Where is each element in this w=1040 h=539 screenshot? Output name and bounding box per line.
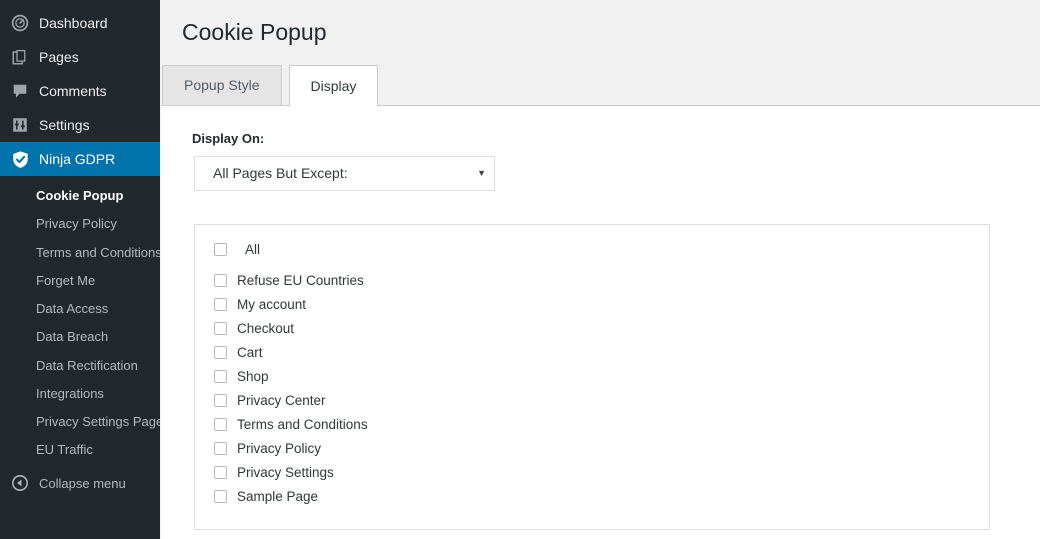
- sidebar-item-label: Settings: [39, 117, 90, 133]
- checkbox-label: My account: [237, 297, 307, 313]
- checkbox-input[interactable]: [214, 394, 227, 408]
- checkbox-label: Privacy Policy: [237, 441, 322, 457]
- submenu-item-eu-traffic[interactable]: EU Traffic: [0, 436, 160, 464]
- checkbox-input[interactable]: [214, 490, 227, 504]
- sidebar-item-label: Pages: [39, 49, 79, 65]
- submenu-item-integrations[interactable]: Integrations: [0, 380, 160, 408]
- tab-display[interactable]: Display: [288, 64, 379, 106]
- admin-screen: Dashboard Pages Comments Settings Ninja …: [0, 0, 1040, 539]
- sidebar-item-label: Comments: [39, 83, 107, 99]
- tab-content-panel: Display On: All Pages But Except: ▼ All …: [161, 104, 1040, 539]
- collapse-menu-label: Collapse menu: [39, 475, 126, 491]
- display-on-select[interactable]: All Pages But Except:: [194, 155, 495, 191]
- tab-bar: Popup Style Display: [162, 64, 1040, 106]
- checkbox-row[interactable]: Terms and Conditions: [195, 413, 989, 437]
- submenu-item-privacy-settings-page[interactable]: Privacy Settings Page: [0, 408, 160, 436]
- sidebar-item-comments[interactable]: Comments: [0, 74, 160, 108]
- main-content: Cookie Popup Popup Style Display Display…: [160, 0, 1040, 539]
- checkbox-input[interactable]: [214, 298, 227, 312]
- checkbox-row[interactable]: Privacy Center: [195, 389, 989, 413]
- checkbox-row[interactable]: Cart: [195, 341, 989, 365]
- checkbox-input[interactable]: [214, 322, 227, 336]
- submenu-item-privacy-policy[interactable]: Privacy Policy: [0, 210, 160, 238]
- checkbox-label: Privacy Center: [237, 393, 326, 409]
- checkbox-label: Privacy Settings: [237, 465, 334, 481]
- display-on-label: Display On:: [192, 130, 265, 146]
- display-on-selected-value: All Pages But Except:: [213, 165, 348, 182]
- submenu-item-forget-me[interactable]: Forget Me: [0, 267, 160, 295]
- checkbox-label: Cart: [237, 345, 263, 361]
- checkbox-input[interactable]: [214, 370, 227, 384]
- sidebar-item-dashboard[interactable]: Dashboard: [0, 6, 160, 40]
- dashboard-icon: [10, 13, 30, 33]
- submenu-item-terms-and-conditions[interactable]: Terms and Conditions: [0, 239, 160, 267]
- sidebar-item-settings[interactable]: Settings: [0, 108, 160, 142]
- submenu-item-data-breach[interactable]: Data Breach: [0, 323, 160, 351]
- checkbox-input[interactable]: [214, 418, 227, 432]
- comments-icon: [10, 81, 30, 101]
- sidebar-item-label: Dashboard: [39, 15, 108, 31]
- collapse-menu-button[interactable]: Collapse menu: [0, 466, 160, 500]
- checkbox-row[interactable]: Privacy Policy: [195, 437, 989, 461]
- checkbox-row[interactable]: Checkout: [195, 317, 989, 341]
- checkbox-input[interactable]: [214, 442, 227, 456]
- sidebar-submenu: Cookie Popup Privacy Policy Terms and Co…: [0, 176, 160, 475]
- sidebar-item-ninja-gdpr[interactable]: Ninja GDPR: [0, 142, 160, 176]
- checkbox-input[interactable]: [214, 274, 227, 288]
- submenu-item-data-access[interactable]: Data Access: [0, 295, 160, 323]
- checkbox-row-all[interactable]: All: [195, 238, 989, 262]
- page-title: Cookie Popup: [182, 19, 327, 45]
- submenu-item-data-rectification[interactable]: Data Rectification: [0, 352, 160, 380]
- tab-popup-style[interactable]: Popup Style: [162, 64, 282, 105]
- pages-icon: [10, 47, 30, 67]
- checkbox-input[interactable]: [214, 243, 227, 257]
- page-checkbox-list: All Refuse EU Countries My account Check…: [194, 223, 990, 530]
- checkbox-row[interactable]: Sample Page: [195, 485, 989, 509]
- shield-check-icon: [10, 149, 30, 169]
- sidebar-item-label: Ninja GDPR: [39, 151, 116, 167]
- checkbox-label: Terms and Conditions: [237, 417, 368, 433]
- display-on-select-wrapper[interactable]: All Pages But Except: ▼: [194, 155, 495, 191]
- checkbox-row[interactable]: Refuse EU Countries: [195, 269, 989, 293]
- checkbox-input[interactable]: [214, 466, 227, 480]
- sidebar-item-pages[interactable]: Pages: [0, 40, 160, 74]
- checkbox-label: Refuse EU Countries: [237, 273, 364, 289]
- collapse-left-arrow-icon: [10, 473, 30, 493]
- checkbox-row[interactable]: Shop: [195, 365, 989, 389]
- checkbox-label: Checkout: [237, 321, 295, 337]
- chevron-down-icon: ▼: [477, 168, 486, 179]
- checkbox-row[interactable]: Privacy Settings: [195, 461, 989, 485]
- checkbox-label: All: [245, 242, 261, 258]
- admin-sidebar: Dashboard Pages Comments Settings Ninja …: [0, 0, 160, 539]
- submenu-item-cookie-popup[interactable]: Cookie Popup: [0, 182, 160, 210]
- checkbox-label: Shop: [237, 369, 269, 385]
- checkbox-label: Sample Page: [237, 489, 319, 505]
- checkbox-input[interactable]: [214, 346, 227, 360]
- sidebar-main-menu: Dashboard Pages Comments Settings Ninja …: [0, 0, 160, 176]
- checkbox-row[interactable]: My account: [195, 293, 989, 317]
- settings-icon: [10, 115, 30, 135]
